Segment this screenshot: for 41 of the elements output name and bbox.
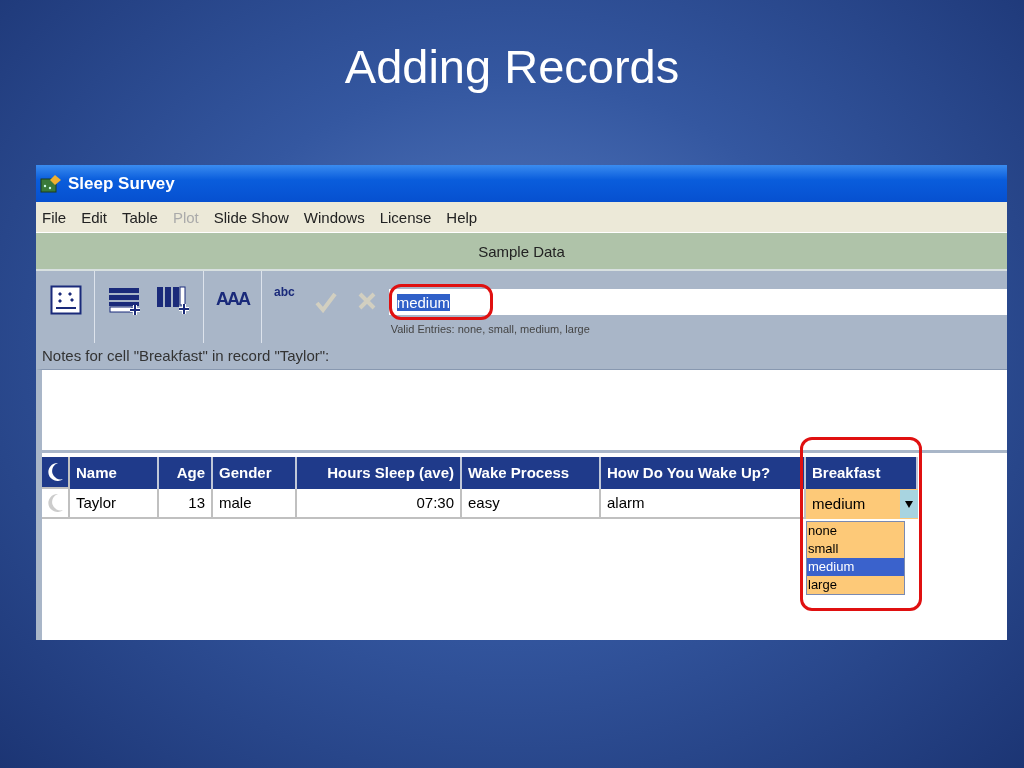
dropdown-option[interactable]: medium [807, 558, 904, 576]
notes-field[interactable] [36, 369, 1007, 453]
moon-icon [46, 462, 64, 482]
caret-icon [905, 500, 913, 508]
valid-entries-hint: Valid Entries: none, small, medium, large [389, 323, 591, 335]
table-cell: easy [462, 489, 601, 519]
menu-item[interactable]: Table [122, 208, 158, 226]
menu-item[interactable]: Slide Show [213, 208, 289, 226]
column-header[interactable]: Breakfast [806, 457, 918, 489]
menu-item[interactable]: Edit [81, 208, 108, 226]
table-cell: 07:30 [297, 489, 462, 519]
column-header[interactable]: Wake Process [462, 457, 601, 489]
combo-value: medium [812, 494, 867, 514]
tab[interactable]: Sample Data [478, 242, 565, 260]
spelling-button[interactable]: abc [274, 285, 295, 299]
plot-icon[interactable] [50, 285, 82, 315]
column-header[interactable]: Gender [213, 457, 297, 489]
notes-label: Notes for cell "Breakfast" in record "Taylor": [41, 347, 331, 364]
table-cell: Taylor [70, 489, 159, 519]
menu-item[interactable]: Help [446, 208, 478, 226]
window-title: Sleep Survey [68, 173, 175, 194]
table-cell: 13 [159, 489, 213, 519]
dropdown-button[interactable] [900, 490, 918, 518]
slide-title: Adding Records [344, 39, 680, 95]
column-header[interactable]: Age [159, 457, 213, 489]
menu-item[interactable]: File [42, 208, 67, 226]
column-header[interactable]: Name [70, 457, 159, 489]
dropdown-option[interactable]: small [807, 540, 904, 558]
entry-field[interactable]: medium [388, 289, 1007, 315]
add-column-icon[interactable] [155, 285, 191, 315]
dropdown-option[interactable]: large [807, 576, 904, 594]
column-header[interactable]: Hours Sleep (ave) [297, 457, 462, 489]
moon-icon [46, 493, 64, 513]
font-button[interactable]: AAA [216, 289, 249, 310]
dropdown-option[interactable]: none [807, 522, 904, 540]
column-header[interactable]: How Do You Wake Up? [601, 457, 806, 489]
menu-item[interactable]: Windows [303, 208, 365, 226]
add-row-icon[interactable] [107, 285, 143, 315]
app-icon [40, 173, 62, 194]
table-cell: male [213, 489, 297, 519]
menu-item[interactable]: License [379, 208, 432, 226]
